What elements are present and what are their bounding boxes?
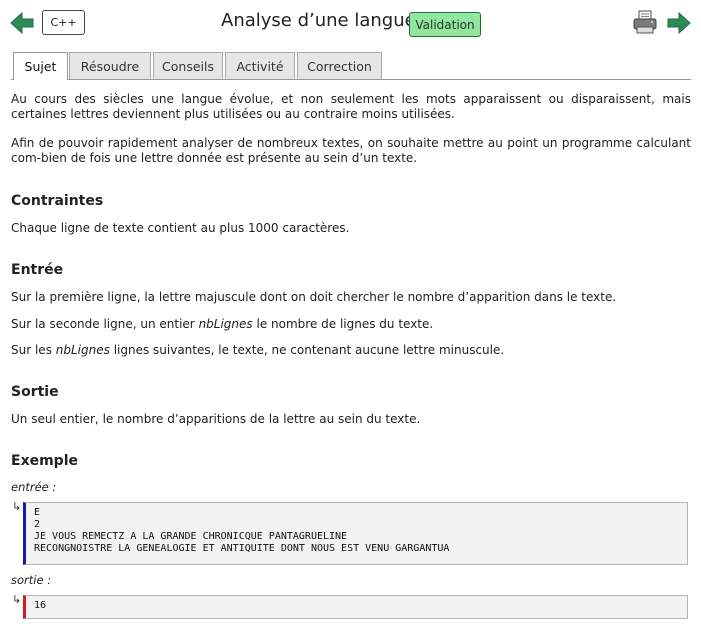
variable-nblignes: nbLignes xyxy=(198,317,253,331)
entree-line-2-start: Sur la seconde ligne, un entier xyxy=(11,317,199,331)
entree-line-1: Sur la première ligne, la lettre majuscu… xyxy=(11,290,617,304)
section-heading-entree: Entrée xyxy=(11,262,64,278)
tab-sujet[interactable]: Sujet xyxy=(13,52,68,80)
entree-line-3-start: Sur les xyxy=(11,343,56,357)
sortie-text: Un seul entier, le nombre d’apparitions … xyxy=(11,412,421,426)
entree-line-2-end: le nombre de lignes du texte. xyxy=(252,317,434,331)
language-button[interactable]: C++ xyxy=(42,10,85,35)
tab-activite[interactable]: Activité xyxy=(225,52,295,79)
tab-resoudre[interactable]: Résoudre xyxy=(69,52,151,79)
validation-badge[interactable]: Validation xyxy=(409,12,481,37)
example-output-label: sortie : xyxy=(11,573,52,587)
variable-nblignes: nbLignes xyxy=(55,343,110,357)
section-heading-sortie: Sortie xyxy=(11,384,59,400)
tab-correction[interactable]: Correction xyxy=(297,52,382,79)
example-input-label: entrée : xyxy=(11,480,57,494)
intro-paragraph-2: Afin de pouvoir rapidement analyser de n… xyxy=(11,136,691,165)
section-heading-contraintes: Contraintes xyxy=(11,193,104,209)
input-hook-icon: ↳ xyxy=(12,500,22,513)
intro-paragraph-1: Au cours des siècles une langue évolue, … xyxy=(11,92,691,121)
tab-bar: Sujet Résoudre Conseils Activité Correct… xyxy=(11,52,691,80)
next-arrow-icon[interactable] xyxy=(667,12,691,34)
tab-conseils[interactable]: Conseils xyxy=(153,52,223,79)
page-title: Analyse d’une langue xyxy=(221,10,416,31)
example-output-block: 16 xyxy=(23,595,688,619)
output-hook-icon: ↳ xyxy=(12,593,22,606)
contraintes-text: Chaque ligne de texte contient au plus 1… xyxy=(11,221,350,235)
printer-icon[interactable] xyxy=(633,10,657,34)
example-input-block: E 2 JE VOUS REMECTZ A LA GRANDE CHRONICQ… xyxy=(23,502,688,565)
previous-arrow-icon[interactable] xyxy=(10,12,34,34)
entree-line-3: Sur les nbLignes lignes suivantes, le te… xyxy=(11,343,504,358)
entree-line-2: Sur la seconde ligne, un entier nbLignes… xyxy=(11,317,433,332)
entree-line-3-end: lignes suivantes, le texte, ne contenant… xyxy=(109,343,505,357)
section-heading-exemple: Exemple xyxy=(11,453,78,469)
